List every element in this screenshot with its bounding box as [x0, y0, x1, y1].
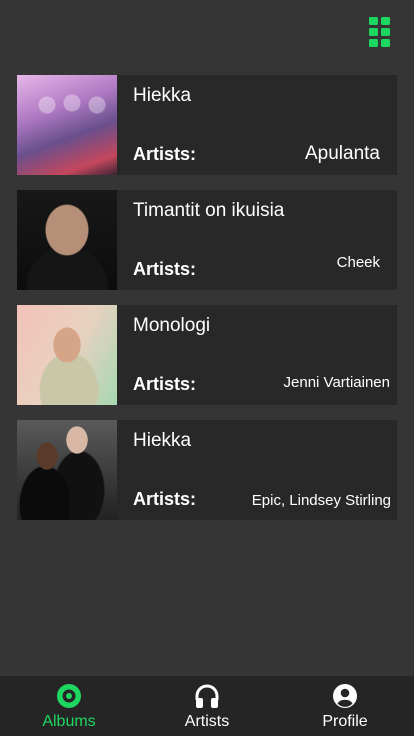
grid-dot — [381, 39, 390, 47]
tab-label: Artists — [184, 713, 230, 730]
tab-profile[interactable]: Profile — [276, 676, 414, 736]
grid-dot — [369, 17, 378, 25]
album-card[interactable]: Hiekka Artists: Epic, Lindsey Stirling — [17, 420, 397, 520]
artists-value: Jenni Vartiainen — [283, 374, 390, 391]
album-card[interactable]: Monologi Artists: Jenni Vartiainen — [17, 305, 397, 405]
grid-dot — [381, 17, 390, 25]
user-circle-icon — [333, 684, 357, 708]
headphones-icon — [195, 684, 219, 708]
album-card[interactable]: Timantit on ikuisia Artists: Cheek — [17, 190, 397, 290]
album-card[interactable]: Hiekka Artists: Apulanta — [17, 75, 397, 175]
app-root: Hiekka Artists: Apulanta Timantit on iku… — [0, 0, 414, 736]
album-title: Hiekka — [133, 85, 192, 106]
album-title: Monologi — [133, 315, 211, 336]
artists-label: Artists: — [133, 144, 197, 164]
album-title: Timantit on ikuisia — [133, 200, 285, 221]
album-title: Hiekka — [133, 430, 192, 451]
tab-label: Profile — [322, 713, 368, 730]
grid-dot — [369, 39, 378, 47]
artists-label: Artists: — [133, 374, 197, 394]
grid-icon[interactable] — [369, 17, 391, 47]
album-cover — [17, 305, 117, 405]
bottom-tab-bar: Albums Artists Profile — [0, 676, 414, 736]
top-bar — [0, 0, 414, 60]
disc-icon — [57, 684, 81, 708]
album-cover — [17, 75, 117, 175]
tab-artists[interactable]: Artists — [138, 676, 276, 736]
album-cover — [17, 190, 117, 290]
album-list: Hiekka Artists: Apulanta Timantit on iku… — [17, 75, 397, 535]
tab-label: Albums — [42, 713, 96, 730]
artists-value: Apulanta — [304, 143, 380, 164]
tab-albums[interactable]: Albums — [0, 676, 138, 736]
album-cover — [17, 420, 117, 520]
artists-label: Artists: — [133, 489, 197, 509]
artists-label: Artists: — [133, 259, 197, 279]
grid-dot — [369, 28, 378, 36]
grid-dot — [381, 28, 390, 36]
artists-value: Epic, Lindsey Stirling — [251, 492, 391, 509]
artists-value: Cheek — [336, 254, 380, 271]
